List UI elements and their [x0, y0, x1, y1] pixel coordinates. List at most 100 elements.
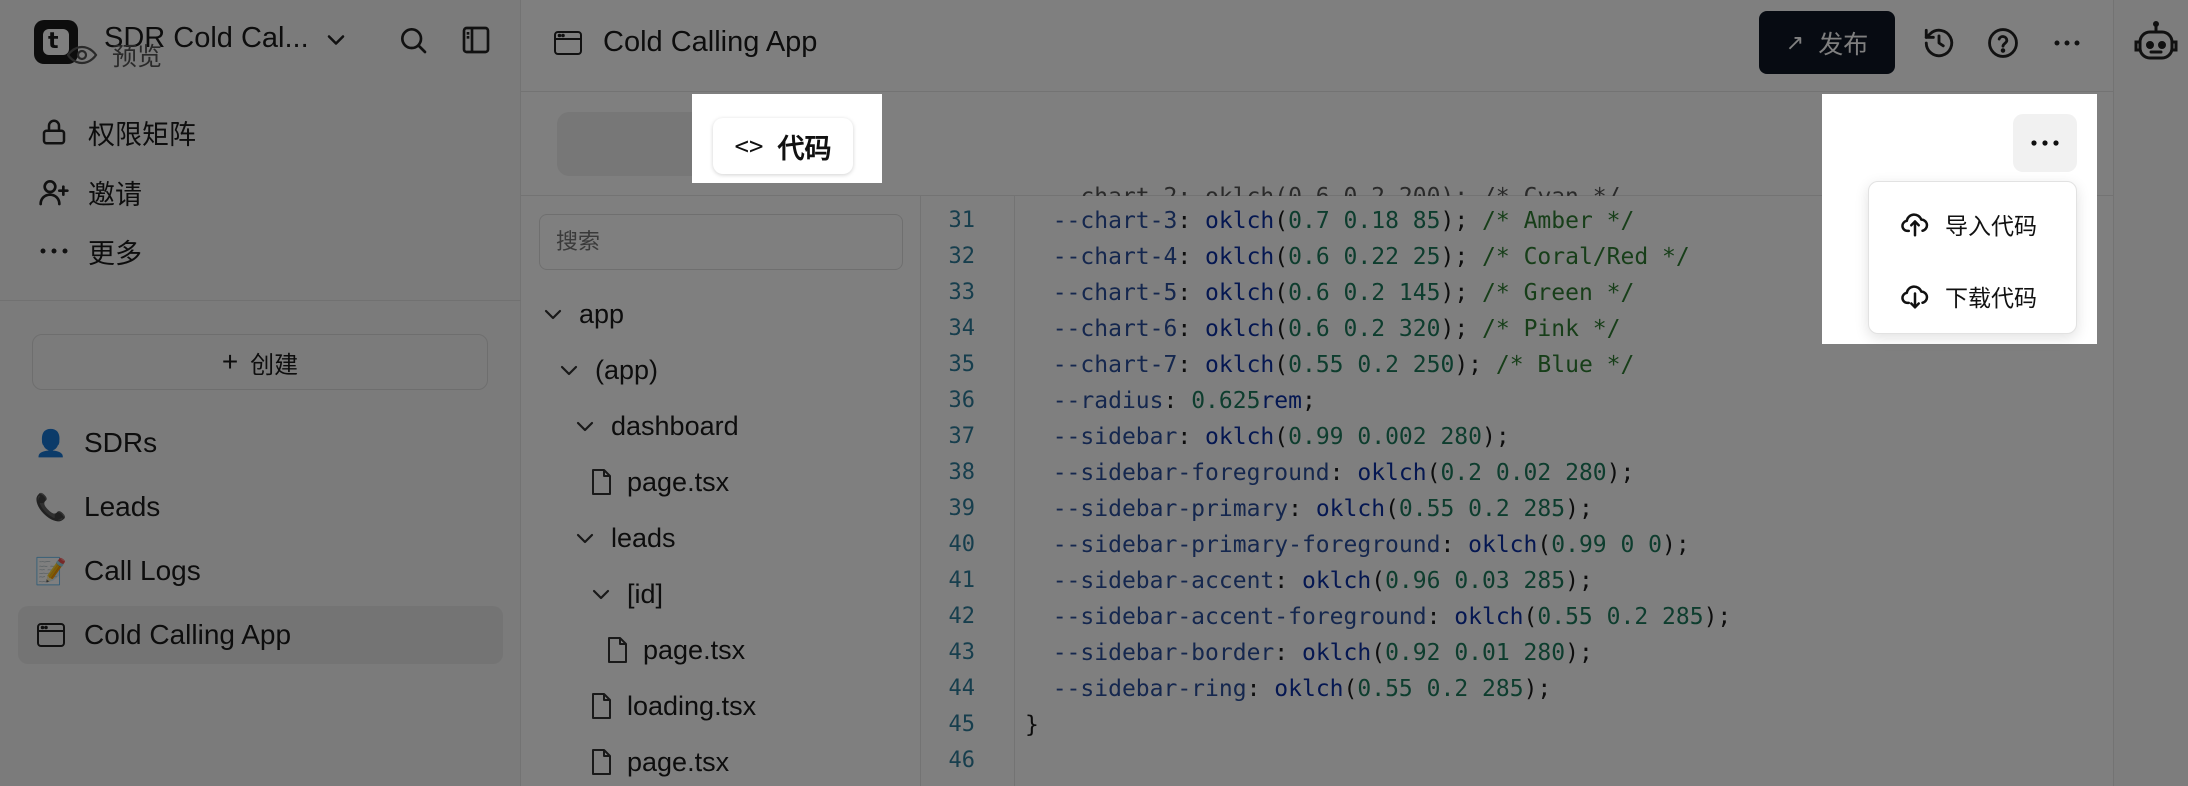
code-line: --chart-7: oklch(0.55 0.2 250); /* Blue … [1052, 352, 1635, 378]
robot-icon[interactable] [2132, 20, 2180, 68]
css-function: oklch [1454, 604, 1524, 630]
code-line: --sidebar-ring: oklch(0.55 0.2 285); [1052, 676, 1552, 702]
css-comment: /* Blue */ [1495, 352, 1635, 378]
css-property: --chart-6 [1052, 316, 1178, 342]
sidebar-item-more[interactable]: 更多 [36, 229, 142, 273]
tree-label: loading.tsx [627, 690, 757, 721]
create-button[interactable]: + 创建 [32, 334, 488, 390]
code-line: --chart-5: oklch(0.6 0.2 145); /* Green … [1052, 280, 1635, 306]
tree-label: leads [611, 522, 676, 553]
css-function: oklch [1357, 460, 1427, 486]
line-number: 36 [948, 388, 976, 413]
css-property: --sidebar-foreground [1052, 460, 1330, 486]
css-args: 0.99 0 0 [1551, 532, 1663, 558]
assistant-rail [2113, 0, 2188, 786]
menu-item-import-code[interactable]: 导入代码 [1899, 206, 2037, 242]
code-line: --chart-4: oklch(0.6 0.22 25); /* Coral/… [1052, 244, 1690, 270]
tree-label: app [579, 298, 625, 329]
tree-file-page[interactable]: page.tsx [589, 462, 729, 502]
css-property: --sidebar-border [1052, 640, 1275, 666]
line-number: 39 [948, 496, 976, 521]
tree-folder-app-group[interactable]: (app) [557, 350, 658, 390]
app-label: Call Logs [84, 555, 201, 586]
more-options-button[interactable] [2013, 114, 2077, 172]
code-brace: } [1025, 712, 1039, 738]
tree-label: page.tsx [643, 634, 746, 665]
line-number: 32 [948, 244, 976, 269]
chevron-down-icon [576, 421, 594, 432]
css-property: --radius [1052, 388, 1164, 414]
css-property: --chart-7 [1052, 352, 1178, 378]
code-brackets-icon: <> [734, 132, 764, 160]
css-comment: /* Green */ [1482, 280, 1635, 306]
sidebar-app-call-logs[interactable]: 📝 Call Logs [18, 542, 503, 600]
more-horizontal-icon [36, 233, 72, 269]
app-label: SDRs [84, 427, 158, 458]
phone-icon: 📞 [34, 491, 68, 522]
sidebar-toggle-icon[interactable] [460, 24, 492, 56]
css-function: oklch [1274, 676, 1344, 702]
code-line: --chart-3: oklch(0.7 0.18 85); /* Amber … [1052, 208, 1635, 234]
lock-icon [36, 114, 72, 150]
sidebar-item-label: 更多 [88, 238, 142, 269]
publish-button[interactable]: ↗ 发布 [1759, 11, 1895, 74]
file-icon [592, 469, 611, 495]
tree-file-page[interactable]: page.tsx [605, 630, 745, 670]
more-options-menu: 导入代码 下载代码 [1868, 181, 2077, 334]
tree-folder-dashboard[interactable]: dashboard [573, 406, 739, 446]
sidebar: t SDR Cold Cal... 权限矩阵 邀请 更多 + 创建 👤 SDRs… [0, 0, 521, 786]
menu-item-label: 导入代码 [1945, 213, 2037, 239]
tree-label: [id] [627, 578, 664, 609]
line-number: 42 [948, 604, 976, 629]
chevron-down-icon[interactable] [322, 26, 350, 54]
tree-folder-leads[interactable]: leads [573, 518, 676, 558]
menu-item-download-code[interactable]: 下载代码 [1899, 278, 2037, 314]
sidebar-app-sdrs[interactable]: 👤 SDRs [18, 414, 503, 472]
tree-file-loading[interactable]: loading.tsx [589, 686, 756, 726]
css-args: 0.6 0.2 145 [1288, 280, 1441, 306]
file-icon [608, 637, 627, 663]
more-horizontal-icon[interactable] [2050, 26, 2084, 60]
sidebar-item-permissions[interactable]: 权限矩阵 [36, 110, 196, 154]
line-number: 44 [948, 676, 976, 701]
search-icon[interactable] [397, 24, 429, 56]
code-line: --sidebar-foreground: oklch(0.2 0.02 280… [1052, 460, 1635, 486]
sidebar-item-label: 权限矩阵 [88, 119, 196, 150]
file-search-input[interactable] [539, 214, 903, 270]
line-number: 38 [948, 460, 976, 485]
css-function: oklch [1301, 640, 1372, 666]
sidebar-app-leads[interactable]: 📞 Leads [18, 478, 503, 536]
tree-file-page[interactable]: page.tsx [589, 742, 729, 782]
tab-code-label: 代码 [777, 133, 832, 164]
tree-folder-app[interactable]: app [541, 294, 624, 334]
sidebar-app-cold-calling[interactable]: Cold Calling App [18, 606, 503, 664]
css-args: 0.55 0.2 250 [1288, 352, 1455, 378]
help-icon[interactable] [1986, 26, 2020, 60]
line-number: 41 [948, 568, 976, 593]
css-property: --sidebar [1052, 424, 1178, 450]
tab-preview[interactable]: 预览 [66, 40, 163, 71]
sidebar-item-label: 邀请 [88, 179, 142, 210]
css-args: 0.92 0.01 280 [1385, 640, 1566, 666]
tree-label: (app) [595, 354, 659, 385]
css-args: 0.99 0.002 280 [1288, 424, 1483, 450]
plus-icon: + [221, 346, 239, 377]
tab-code[interactable]: <> 代码 [713, 118, 853, 174]
tree-folder-id[interactable]: [id] [589, 574, 663, 614]
css-function: oklch [1205, 280, 1275, 306]
css-comment: /* Coral/Red */ [1482, 244, 1690, 270]
line-number: 33 [948, 280, 976, 305]
sidebar-item-invite[interactable]: 邀请 [36, 170, 142, 214]
css-args: 0.2 0.02 280 [1440, 460, 1607, 486]
line-number: 40 [948, 532, 976, 557]
tab-preview-label: 预览 [112, 43, 163, 71]
line-number: 43 [948, 640, 976, 665]
code-line: --sidebar-border: oklch(0.92 0.01 280); [1052, 640, 1593, 666]
publish-label: 发布 [1818, 30, 1869, 59]
css-args: 0.7 0.18 85 [1288, 208, 1441, 234]
file-icon [592, 749, 611, 775]
css-function: oklch [1205, 316, 1275, 342]
history-icon[interactable] [1922, 26, 1956, 60]
css-function: oklch [1315, 496, 1386, 522]
app-window-icon [34, 618, 68, 652]
